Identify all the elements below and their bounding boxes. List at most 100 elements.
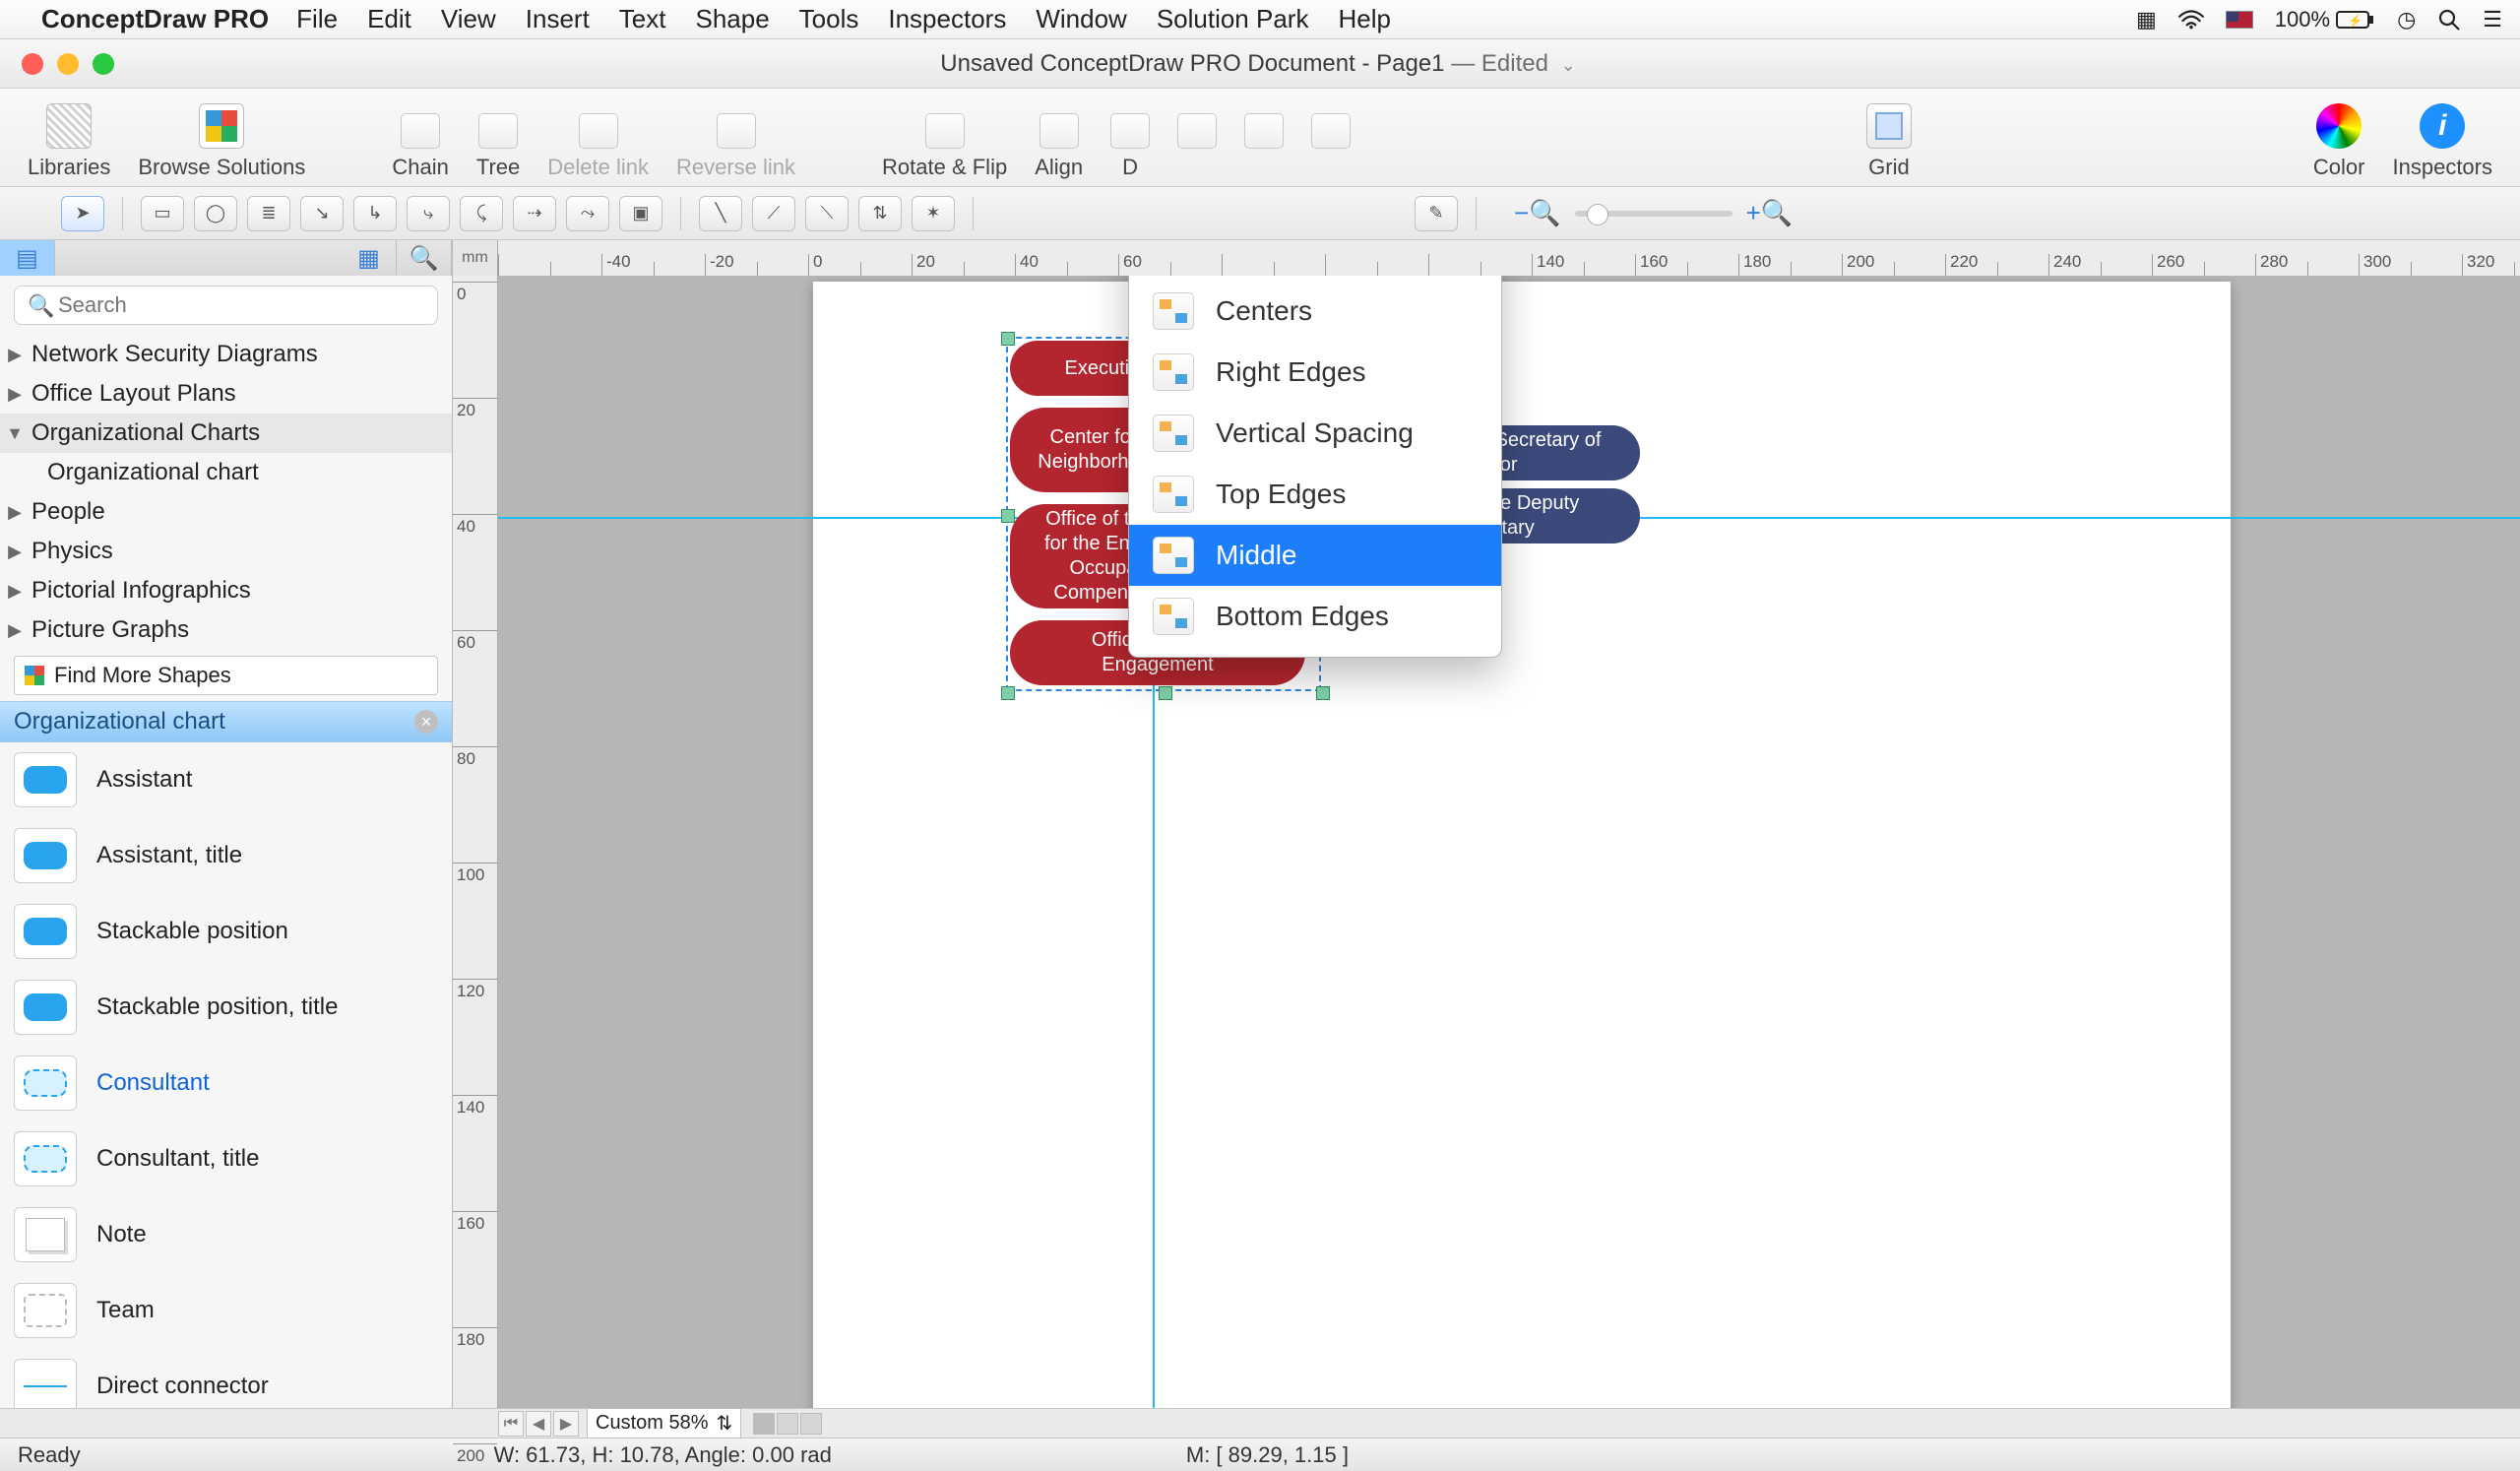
toolbar-chain[interactable]: Chain	[392, 113, 448, 180]
disclosure-triangle-icon[interactable]: ▼	[6, 423, 24, 444]
page-tab[interactable]	[753, 1413, 775, 1435]
menu-insert[interactable]: Insert	[526, 4, 590, 34]
pointer-tool[interactable]: ➤	[61, 196, 104, 231]
connector-3[interactable]: ⤷	[407, 196, 450, 231]
menu-view[interactable]: View	[441, 4, 496, 34]
tree-item[interactable]: ▶Picture Graphs	[0, 610, 452, 650]
page-next[interactable]: ▶	[553, 1411, 579, 1437]
tree-item[interactable]: ▶Office Layout Plans	[0, 374, 452, 414]
disclosure-triangle-icon[interactable]: ▶	[6, 581, 24, 602]
dropdown-item[interactable]: Top Edges	[1129, 464, 1501, 525]
shape-list-item[interactable]: Consultant, title	[0, 1121, 452, 1197]
resize-handle[interactable]	[1159, 686, 1172, 700]
tree-item[interactable]: ▶Physics	[0, 532, 452, 571]
menu-inspectors[interactable]: Inspectors	[888, 4, 1006, 34]
menu-solution-park[interactable]: Solution Park	[1157, 4, 1309, 34]
resize-handle[interactable]	[1001, 332, 1015, 346]
page-tab[interactable]	[800, 1413, 822, 1435]
connector-1[interactable]: ↘	[300, 196, 344, 231]
toolbar-reverse-link[interactable]: Reverse link	[676, 113, 795, 180]
line-tool-1[interactable]: ╲	[699, 196, 742, 231]
menu-list-icon[interactable]: ☰	[2483, 7, 2502, 32]
shape-list-item[interactable]: Note	[0, 1197, 452, 1273]
resize-handle[interactable]	[1316, 686, 1330, 700]
zoom-slider[interactable]	[1575, 211, 1732, 217]
dropdown-item[interactable]: Centers	[1129, 281, 1501, 342]
toolbar-extra-3[interactable]	[1311, 113, 1351, 180]
toolbar-tree[interactable]: Tree	[476, 113, 520, 180]
search-input[interactable]	[14, 286, 438, 325]
disclosure-triangle-icon[interactable]: ▶	[6, 384, 24, 405]
shape-list-item[interactable]: Stackable position, title	[0, 970, 452, 1046]
library-view-tree[interactable]: ▤	[0, 240, 55, 276]
library-search-toggle[interactable]: 🔍	[397, 240, 452, 276]
tree-item[interactable]: Organizational chart	[0, 453, 452, 492]
toolbar-browse-solutions[interactable]: Browse Solutions	[138, 103, 305, 180]
shape-list-item[interactable]: Assistant	[0, 742, 452, 818]
shape-list-item[interactable]: Direct connector	[0, 1349, 452, 1408]
menu-edit[interactable]: Edit	[367, 4, 411, 34]
clock-icon[interactable]: ◷	[2397, 7, 2416, 32]
control-center-icon[interactable]: ▦	[2136, 7, 2157, 32]
app-name[interactable]: ConceptDraw PRO	[41, 4, 269, 34]
tree-item[interactable]: ▶Network Security Diagrams	[0, 335, 452, 374]
toolbar-distribute[interactable]: D	[1110, 113, 1150, 180]
menu-shape[interactable]: Shape	[695, 4, 769, 34]
spotlight-icon[interactable]	[2437, 8, 2461, 32]
connector-7[interactable]: ▣	[619, 196, 662, 231]
shape-list-item[interactable]: Assistant, title	[0, 818, 452, 894]
minimize-window-button[interactable]	[57, 53, 79, 75]
line-tool-3[interactable]: ⟍	[805, 196, 849, 231]
disclosure-triangle-icon[interactable]: ▶	[6, 345, 24, 365]
toolbar-inspectors[interactable]: i Inspectors	[2393, 103, 2493, 180]
close-window-button[interactable]	[22, 53, 43, 75]
line-tool-4[interactable]: ⇅	[858, 196, 902, 231]
tree-item[interactable]: ▼Organizational Charts	[0, 414, 452, 453]
zoom-out-icon[interactable]: −🔍	[1514, 198, 1561, 228]
open-library-title[interactable]: Organizational chart ×	[0, 701, 452, 742]
toolbar-delete-link[interactable]: Delete link	[547, 113, 649, 180]
shape-list-item[interactable]: Team	[0, 1273, 452, 1349]
page-tab[interactable]	[777, 1413, 798, 1435]
page-first[interactable]: ⏮	[498, 1411, 524, 1437]
resize-handle[interactable]	[1001, 509, 1015, 523]
connector-2[interactable]: ↳	[353, 196, 397, 231]
shape-list-item[interactable]: Stackable position	[0, 894, 452, 970]
connector-4[interactable]: ⤹	[460, 196, 503, 231]
disclosure-triangle-icon[interactable]: ▶	[6, 620, 24, 641]
edit-tool-1[interactable]: ✎	[1415, 196, 1458, 231]
connector-5[interactable]: ⇢	[513, 196, 556, 231]
tree-item[interactable]: ▶People	[0, 492, 452, 532]
dropdown-item[interactable]: Right Edges	[1129, 342, 1501, 403]
wifi-icon[interactable]	[2178, 10, 2204, 30]
find-more-shapes[interactable]: Find More Shapes	[14, 656, 438, 695]
menu-text[interactable]: Text	[619, 4, 666, 34]
toolbar-align[interactable]: Align	[1035, 113, 1083, 180]
battery-status[interactable]: 100% ⚡	[2275, 7, 2375, 32]
zoom-window-button[interactable]	[93, 53, 114, 75]
toolbar-extra-2[interactable]	[1244, 113, 1284, 180]
menu-file[interactable]: File	[296, 4, 338, 34]
line-tool-2[interactable]: ⟋	[752, 196, 795, 231]
dropdown-item[interactable]: Bottom Edges	[1129, 586, 1501, 647]
title-dropdown-icon[interactable]: ⌄	[1561, 55, 1576, 75]
dropdown-item[interactable]: Middle	[1129, 525, 1501, 586]
connector-6[interactable]: ⤳	[566, 196, 609, 231]
dropdown-item[interactable]: Vertical Spacing	[1129, 403, 1501, 464]
resize-handle[interactable]	[1001, 686, 1015, 700]
zoom-combo[interactable]: Custom 58%⇅	[587, 1408, 741, 1439]
library-view-grid[interactable]: ▦	[342, 240, 397, 276]
shape-list-item[interactable]: Consultant	[0, 1046, 452, 1121]
canvas-viewport[interactable]: Executive SecretariatCenter for Faith-ba…	[498, 276, 2520, 1408]
close-library-icon[interactable]: ×	[414, 710, 438, 734]
tree-item[interactable]: ▶Pictorial Infographics	[0, 571, 452, 610]
toolbar-grid[interactable]: Grid	[1866, 103, 1912, 180]
ellipse-tool[interactable]: ◯	[194, 196, 237, 231]
page-prev[interactable]: ◀	[526, 1411, 551, 1437]
line-tool-5[interactable]: ✶	[912, 196, 955, 231]
toolbar-rotate-flip[interactable]: Rotate & Flip	[882, 113, 1007, 180]
rect-tool[interactable]: ▭	[141, 196, 184, 231]
disclosure-triangle-icon[interactable]: ▶	[6, 542, 24, 562]
toolbar-extra-1[interactable]	[1177, 113, 1217, 180]
text-tool[interactable]: ≣	[247, 196, 290, 231]
